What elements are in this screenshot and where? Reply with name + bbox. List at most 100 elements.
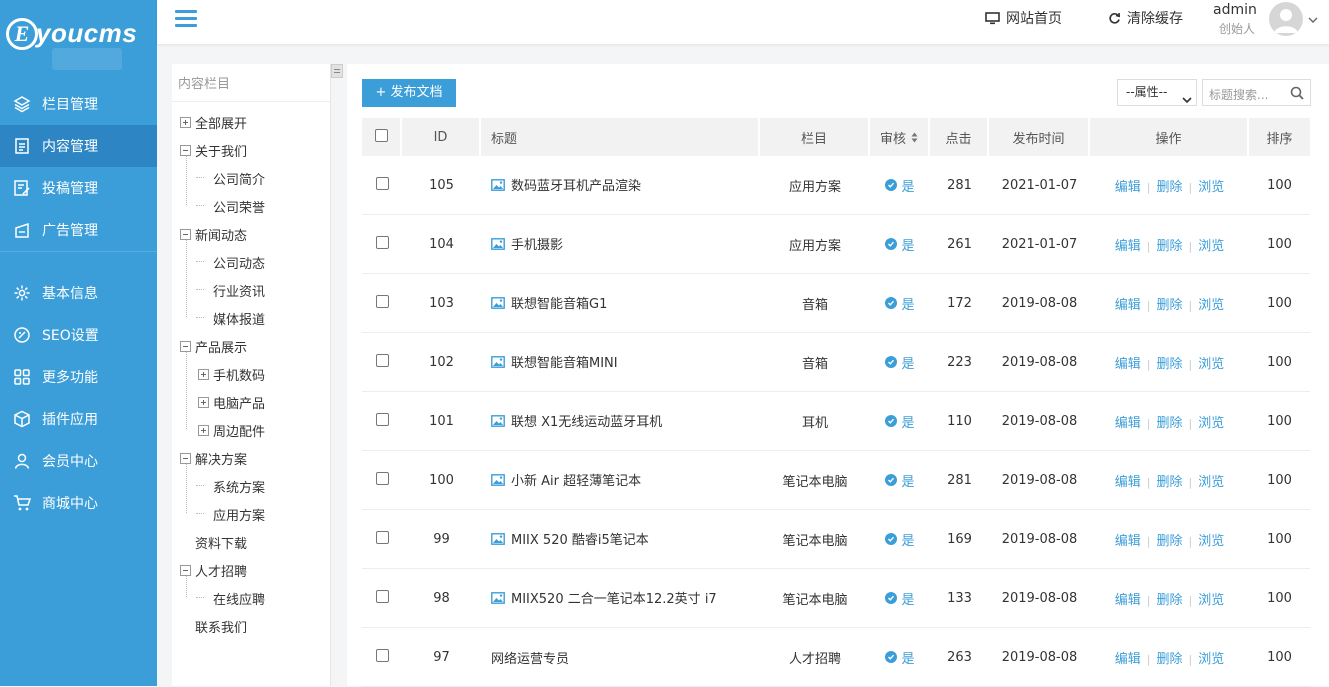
edit-link[interactable]: 编辑 bbox=[1115, 298, 1141, 313]
collapse-icon[interactable] bbox=[180, 565, 191, 576]
tree-node[interactable]: 公司简介 bbox=[196, 169, 265, 188]
sidebar-item-ad[interactable]: 广告管理 bbox=[0, 209, 157, 251]
delete-link[interactable]: 删除 bbox=[1156, 298, 1182, 313]
col-audit[interactable]: 审核 bbox=[870, 118, 930, 156]
user-name[interactable]: admin bbox=[1213, 2, 1257, 18]
sort-icon[interactable] bbox=[911, 132, 918, 147]
col-id[interactable]: ID bbox=[402, 118, 481, 156]
search-icon[interactable] bbox=[1290, 86, 1304, 104]
tree-node[interactable]: 电脑产品 bbox=[198, 393, 265, 412]
row-title[interactable]: MIIX520 二合一笔记本12.2英寸 i7 bbox=[511, 592, 717, 607]
row-title[interactable]: MIIX 520 酷睿i5笔记本 bbox=[511, 533, 649, 548]
audit-status[interactable]: 是 bbox=[885, 294, 915, 313]
view-link[interactable]: 浏览 bbox=[1198, 239, 1224, 254]
publish-document-button[interactable]: + 发布文档 bbox=[362, 79, 456, 107]
expand-icon[interactable] bbox=[198, 397, 209, 408]
row-title[interactable]: 联想智能音箱G1 bbox=[511, 297, 607, 312]
tree-node[interactable]: 公司动态 bbox=[196, 253, 265, 272]
row-checkbox[interactable] bbox=[375, 471, 389, 485]
expand-icon[interactable] bbox=[198, 369, 209, 380]
collapse-icon[interactable] bbox=[180, 229, 191, 240]
row-checkbox[interactable] bbox=[375, 176, 389, 190]
sidebar-item-cube[interactable]: 插件应用 bbox=[0, 398, 157, 440]
delete-link[interactable]: 删除 bbox=[1156, 593, 1182, 608]
delete-link[interactable]: 删除 bbox=[1156, 475, 1182, 490]
tree-node[interactable]: 关于我们 bbox=[180, 141, 247, 160]
delete-link[interactable]: 删除 bbox=[1156, 652, 1182, 667]
view-link[interactable]: 浏览 bbox=[1198, 180, 1224, 195]
audit-status[interactable]: 是 bbox=[885, 412, 915, 431]
tree-node[interactable]: 全部展开 bbox=[180, 113, 247, 132]
row-checkbox[interactable] bbox=[375, 235, 389, 249]
sidebar-item-seo[interactable]: SEO设置 bbox=[0, 314, 157, 356]
view-link[interactable]: 浏览 bbox=[1198, 534, 1224, 549]
delete-link[interactable]: 删除 bbox=[1156, 180, 1182, 195]
tree-node[interactable]: 周边配件 bbox=[198, 421, 265, 440]
edit-link[interactable]: 编辑 bbox=[1115, 593, 1141, 608]
row-checkbox[interactable] bbox=[375, 412, 389, 426]
audit-status[interactable]: 是 bbox=[885, 648, 915, 667]
site-home-link[interactable]: 网站首页 bbox=[985, 8, 1062, 28]
tree-node[interactable]: 公司荣誉 bbox=[196, 197, 265, 216]
sidebar-item-layers[interactable]: 栏目管理 bbox=[0, 83, 157, 125]
edit-link[interactable]: 编辑 bbox=[1115, 416, 1141, 431]
logo[interactable]: E youcms bbox=[0, 0, 157, 80]
tree-node[interactable]: 解决方案 bbox=[180, 449, 247, 468]
audit-status[interactable]: 是 bbox=[885, 176, 915, 195]
tree-node[interactable]: 联系我们 bbox=[180, 617, 247, 636]
row-title[interactable]: 网络运营专员 bbox=[491, 652, 569, 667]
tree-node[interactable]: 行业资讯 bbox=[196, 281, 265, 300]
clear-cache-link[interactable]: 清除缓存 bbox=[1108, 8, 1183, 28]
sidebar-item-document[interactable]: 内容管理 bbox=[0, 125, 157, 167]
avatar[interactable] bbox=[1269, 2, 1303, 36]
tree-node[interactable]: 资料下载 bbox=[180, 533, 247, 552]
collapse-icon[interactable] bbox=[180, 145, 191, 156]
delete-link[interactable]: 删除 bbox=[1156, 357, 1182, 372]
row-checkbox[interactable] bbox=[375, 353, 389, 367]
chevron-down-icon[interactable] bbox=[1308, 13, 1318, 28]
view-link[interactable]: 浏览 bbox=[1198, 475, 1224, 490]
view-link[interactable]: 浏览 bbox=[1198, 298, 1224, 313]
row-checkbox[interactable] bbox=[375, 589, 389, 603]
tree-collapse-handle[interactable] bbox=[331, 64, 343, 78]
expand-icon[interactable] bbox=[180, 117, 191, 128]
row-checkbox[interactable] bbox=[375, 648, 389, 662]
row-title[interactable]: 手机摄影 bbox=[511, 238, 563, 253]
row-checkbox[interactable] bbox=[375, 294, 389, 308]
collapse-icon[interactable] bbox=[180, 453, 191, 464]
sidebar-item-cart[interactable]: 商城中心 bbox=[0, 482, 157, 524]
tree-node[interactable]: 在线应聘 bbox=[196, 589, 265, 608]
title-search-input[interactable]: 标题搜索... bbox=[1202, 79, 1311, 106]
tree-node[interactable]: 媒体报道 bbox=[196, 309, 265, 328]
row-title[interactable]: 数码蓝牙耳机产品渲染 bbox=[511, 179, 641, 194]
edit-link[interactable]: 编辑 bbox=[1115, 357, 1141, 372]
edit-link[interactable]: 编辑 bbox=[1115, 534, 1141, 549]
select-all-checkbox[interactable] bbox=[374, 128, 388, 142]
delete-link[interactable]: 删除 bbox=[1156, 534, 1182, 549]
tree-node[interactable]: 应用方案 bbox=[196, 505, 265, 524]
expand-icon[interactable] bbox=[198, 425, 209, 436]
sidebar-item-gear[interactable]: 基本信息 bbox=[0, 272, 157, 314]
row-title[interactable]: 联想 X1无线运动蓝牙耳机 bbox=[511, 415, 662, 430]
view-link[interactable]: 浏览 bbox=[1198, 593, 1224, 608]
view-link[interactable]: 浏览 bbox=[1198, 416, 1224, 431]
audit-status[interactable]: 是 bbox=[885, 235, 915, 254]
delete-link[interactable]: 删除 bbox=[1156, 239, 1182, 254]
view-link[interactable]: 浏览 bbox=[1198, 652, 1224, 667]
delete-link[interactable]: 删除 bbox=[1156, 416, 1182, 431]
edit-link[interactable]: 编辑 bbox=[1115, 475, 1141, 490]
sidebar-item-submit[interactable]: 投稿管理 bbox=[0, 167, 157, 209]
audit-status[interactable]: 是 bbox=[885, 471, 915, 490]
tree-node[interactable]: 系统方案 bbox=[196, 477, 265, 496]
tree-node[interactable]: 手机数码 bbox=[198, 365, 265, 384]
tree-node[interactable]: 产品展示 bbox=[180, 337, 247, 356]
edit-link[interactable]: 编辑 bbox=[1115, 652, 1141, 667]
audit-status[interactable]: 是 bbox=[885, 353, 915, 372]
tree-node[interactable]: 人才招聘 bbox=[180, 561, 247, 580]
attribute-select[interactable]: --属性-- bbox=[1117, 79, 1197, 106]
menu-toggle-icon[interactable] bbox=[175, 10, 197, 28]
edit-link[interactable]: 编辑 bbox=[1115, 239, 1141, 254]
sidebar-item-user[interactable]: 会员中心 bbox=[0, 440, 157, 482]
collapse-icon[interactable] bbox=[180, 341, 191, 352]
row-title[interactable]: 小新 Air 超轻薄笔记本 bbox=[511, 474, 641, 489]
